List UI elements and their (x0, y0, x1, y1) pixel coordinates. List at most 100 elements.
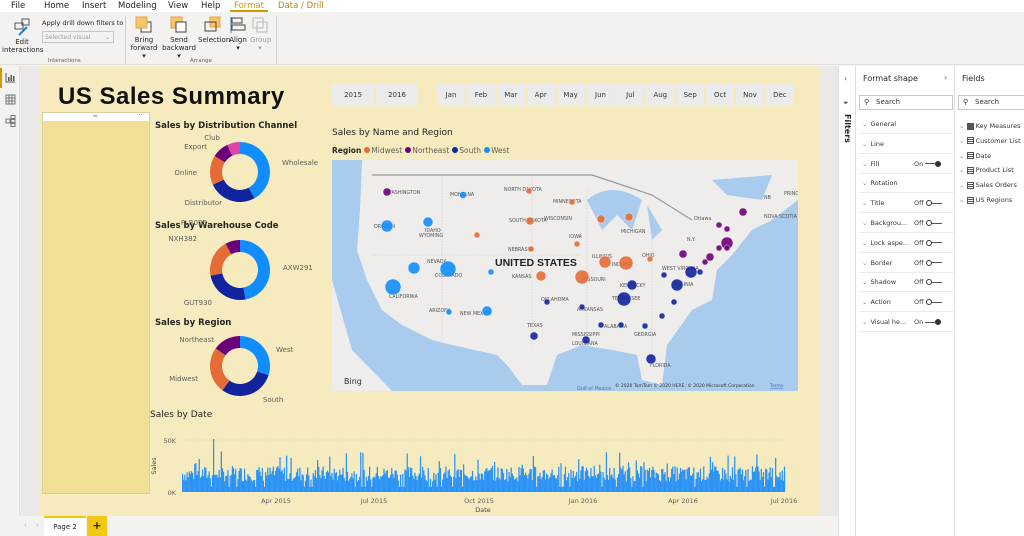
month-slicer-jan[interactable]: Jan (437, 84, 465, 106)
field-table-key-measures[interactable]: ⌄ Key Measures (959, 119, 1020, 134)
sales-bar[interactable] (373, 476, 375, 492)
sales-bar[interactable] (363, 469, 365, 492)
sales-bar[interactable] (284, 480, 287, 492)
sales-bar[interactable] (757, 466, 759, 492)
sales-bar[interactable] (365, 476, 367, 492)
sales-bar[interactable] (555, 478, 558, 492)
drag-handle-icon[interactable]: ═ (93, 113, 97, 120)
sales-bar[interactable] (720, 478, 723, 492)
sales-bar[interactable] (634, 480, 636, 492)
sales-bar[interactable] (182, 473, 184, 492)
sales-bar[interactable] (552, 475, 554, 492)
sales-bar[interactable] (635, 460, 637, 492)
sales-bar[interactable] (512, 476, 515, 492)
sales-bar[interactable] (520, 467, 522, 492)
sales-bar[interactable] (740, 474, 742, 492)
sales-bar[interactable] (500, 468, 502, 492)
filters-pane-collapsed[interactable]: ‹ ⏷ Filters (838, 66, 855, 536)
sales-bar[interactable] (522, 468, 525, 492)
map-bubble-west[interactable] (422, 216, 434, 228)
sales-bar[interactable] (657, 474, 660, 492)
sales-bar[interactable] (517, 481, 519, 492)
sales-bar[interactable] (343, 477, 345, 492)
sales-bar[interactable] (381, 476, 383, 492)
sales-bar[interactable] (697, 472, 699, 492)
sales-bar[interactable] (475, 476, 477, 492)
sales-bar[interactable] (359, 476, 361, 492)
sales-bar[interactable] (422, 466, 424, 492)
sales-bar[interactable] (715, 466, 717, 492)
map-bubble-south[interactable] (597, 321, 605, 329)
sales-bar[interactable] (464, 474, 466, 492)
sales-bar[interactable] (536, 486, 538, 492)
sales-bar[interactable] (485, 469, 487, 492)
sales-bar[interactable] (647, 470, 650, 492)
month-slicer-jul[interactable]: Jul (616, 84, 645, 106)
sales-bar[interactable] (237, 479, 239, 492)
sales-bar[interactable] (370, 479, 372, 492)
sales-bar[interactable] (677, 479, 679, 492)
sales-bar[interactable] (553, 475, 556, 492)
sales-bar[interactable] (445, 466, 447, 492)
sales-bar[interactable] (240, 468, 242, 492)
sales-bar[interactable] (294, 476, 297, 492)
sales-bar[interactable] (472, 480, 475, 492)
map-bubble-south[interactable] (617, 321, 625, 329)
map-bubble-south[interactable] (543, 298, 551, 306)
sales-bar[interactable] (351, 473, 353, 492)
sales-bar[interactable] (270, 473, 272, 492)
sales-bar[interactable] (271, 471, 273, 492)
sales-bar[interactable] (311, 486, 313, 492)
sales-bar[interactable] (443, 473, 445, 492)
sales-bar[interactable] (313, 476, 315, 492)
sales-bar[interactable] (636, 470, 638, 492)
sales-bar[interactable] (298, 476, 300, 492)
sales-bar[interactable] (783, 466, 786, 492)
sales-bar[interactable] (489, 470, 491, 492)
sales-bar[interactable] (299, 467, 301, 492)
sales-bar[interactable] (564, 466, 567, 492)
sales-bar[interactable] (188, 471, 190, 492)
sales-bar[interactable] (762, 472, 765, 492)
sales-bar[interactable] (416, 480, 418, 492)
sales-bar[interactable] (739, 467, 741, 492)
sales-bar[interactable] (719, 480, 721, 492)
month-slicer-mar[interactable]: Mar (496, 84, 525, 106)
sales-bar[interactable] (466, 475, 468, 492)
sales-bar[interactable] (495, 480, 497, 492)
sales-bar[interactable] (674, 466, 676, 492)
sales-bar[interactable] (738, 469, 740, 492)
sales-bar[interactable] (374, 477, 376, 492)
sales-bar[interactable] (492, 480, 495, 492)
sales-bar[interactable] (353, 471, 355, 492)
more-options-icon[interactable]: ··· (138, 111, 145, 119)
sales-bar[interactable] (675, 481, 677, 492)
sales-bar[interactable] (301, 474, 303, 492)
sales-bar[interactable] (711, 462, 714, 492)
format-card-general[interactable]: ⌄ General (859, 115, 953, 134)
menu-file[interactable]: File (7, 0, 29, 12)
sales-bar[interactable] (509, 476, 511, 492)
map-bubble-midwest[interactable] (598, 255, 612, 269)
sales-bar[interactable] (334, 473, 336, 492)
sales-bar[interactable] (321, 470, 323, 492)
donut-slice-midwest[interactable] (210, 348, 230, 391)
sales-bar[interactable] (609, 467, 611, 492)
sales-bar[interactable] (542, 470, 544, 492)
sales-bar[interactable] (658, 480, 661, 492)
sales-bar[interactable] (745, 469, 747, 492)
sales-bar[interactable] (741, 469, 744, 492)
sales-bar[interactable] (246, 480, 248, 492)
sales-bar[interactable] (727, 455, 729, 492)
sales-bar[interactable] (455, 478, 457, 492)
sales-bar[interactable] (268, 475, 270, 492)
sales-bar[interactable] (274, 470, 277, 492)
sales-bar[interactable] (751, 466, 754, 492)
sales-bar[interactable] (273, 475, 276, 492)
sales-bar[interactable] (212, 438, 215, 492)
sales-bar[interactable] (652, 466, 654, 492)
sales-bar[interactable] (314, 470, 317, 492)
sales-bar[interactable] (411, 468, 413, 492)
sales-bar[interactable] (570, 469, 572, 492)
sales-bar[interactable] (685, 479, 687, 492)
